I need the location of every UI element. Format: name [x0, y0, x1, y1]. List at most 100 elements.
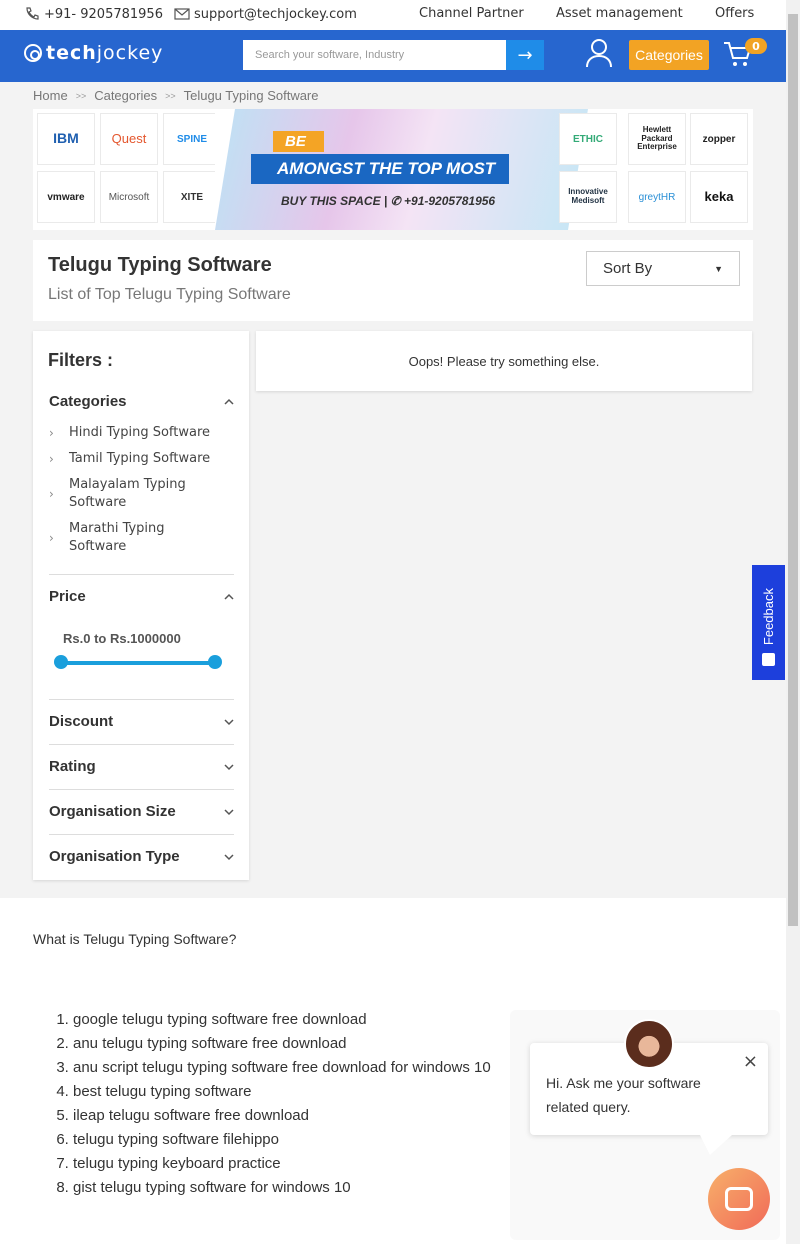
email-contact[interactable]: support@techjockey.com	[174, 6, 357, 22]
techjockey-logo[interactable]: techjockey	[24, 42, 163, 64]
categories-button[interactable]: Categories	[629, 40, 709, 70]
breadcrumb-current: Telugu Typing Software	[183, 88, 319, 103]
categories-filter-label: Categories	[49, 393, 127, 410]
category-link-tamil[interactable]: › Tamil Typing Software	[49, 450, 234, 468]
category-link-label: Hindi Typing Software	[69, 425, 211, 440]
chat-prompt-message: Hi. Ask me your software related query.	[546, 1075, 701, 1115]
keka-logo[interactable]: keka	[690, 171, 748, 223]
faq-question: What is Telugu Typing Software?	[33, 931, 237, 947]
offers-link[interactable]: Offers	[715, 6, 754, 21]
filter-divider	[49, 789, 234, 790]
arrow-right-icon: →	[517, 44, 533, 66]
chevron-down-icon	[224, 808, 234, 815]
filter-divider	[49, 834, 234, 835]
promo-phone: +91-9205781956	[404, 194, 496, 208]
chat-agent-avatar	[624, 1019, 674, 1069]
spine-logo[interactable]: SPINE	[163, 113, 221, 165]
top-info-bar: +91- 9205781956 support@techjockey.com C…	[0, 0, 786, 30]
vmware-logo[interactable]: vmware	[37, 171, 95, 223]
category-link-malayalam[interactable]: › Malayalam Typing Software	[49, 476, 234, 512]
category-link-hindi[interactable]: › Hindi Typing Software	[49, 424, 234, 442]
chevron-up-icon	[224, 398, 234, 405]
page-subtitle: List of Top Telugu Typing Software	[48, 286, 291, 303]
organisation-size-filter-label: Organisation Size	[49, 803, 176, 820]
categories-filter-toggle[interactable]: Categories	[49, 393, 234, 410]
organisation-size-filter-toggle[interactable]: Organisation Size	[49, 803, 234, 820]
scrollbar-thumb[interactable]	[788, 14, 798, 926]
promo-subline: BUY THIS SPACE | ✆ +91-9205781956	[281, 194, 495, 208]
price-filter-toggle[interactable]: Price	[49, 588, 234, 605]
promo-headline: AMONGST THE TOP MOST	[251, 154, 510, 184]
promo-be-label: BE	[273, 131, 324, 152]
channel-partner-link[interactable]: Channel Partner	[419, 6, 524, 21]
dropdown-arrow-icon: ▼	[714, 263, 723, 274]
medisoft-logo[interactable]: Innovative Medisoft	[559, 171, 617, 223]
category-link-label: Malayalam Typing Software	[69, 477, 186, 510]
mail-icon	[174, 8, 190, 20]
breadcrumb-separator: >>	[75, 91, 87, 101]
breadcrumb-separator: >>	[165, 91, 176, 101]
advertisement-banner: IBM Quest SPINE vmware Microsoft XITE BE…	[33, 109, 753, 230]
price-slider-max-handle[interactable]	[208, 655, 222, 669]
logo-text-light: jockey	[96, 42, 164, 64]
price-slider-track[interactable]	[61, 661, 215, 665]
cart-count-badge: 0	[745, 38, 767, 54]
filters-panel: Filters : Categories › Hindi Typing Soft…	[33, 331, 249, 880]
close-icon[interactable]: ×	[743, 1051, 758, 1072]
chat-bubble-tail	[700, 1135, 732, 1155]
category-header: Telugu Typing Software List of Top Telug…	[33, 240, 753, 321]
rating-filter-toggle[interactable]: Rating	[49, 758, 234, 775]
email-address: support@techjockey.com	[194, 6, 357, 22]
price-filter-label: Price	[49, 588, 86, 605]
advertise-promo[interactable]: BE AMONGST THE TOP MOST BUY THIS SPACE |…	[215, 109, 588, 230]
greythr-logo[interactable]: greytHR	[628, 171, 686, 223]
price-slider-min-handle[interactable]	[54, 655, 68, 669]
xite-logo[interactable]: XITE	[163, 171, 221, 223]
results-panel: Oops! Please try something else.	[256, 331, 752, 391]
sort-by-select[interactable]: Sort By ▼	[586, 251, 740, 286]
category-link-marathi[interactable]: › Marathi Typing Software	[49, 520, 234, 556]
chevron-right-icon: ›	[49, 487, 54, 501]
discount-filter-label: Discount	[49, 713, 114, 730]
list-item: telugu typing keyboard practice	[73, 1152, 491, 1176]
category-link-label: Marathi Typing Software	[69, 521, 165, 554]
ethic-logo[interactable]: ETHIC	[559, 113, 617, 165]
chevron-right-icon: ›	[49, 531, 54, 545]
chevron-down-icon	[224, 763, 234, 770]
promo-phone-icon: ✆	[390, 194, 405, 208]
chat-launcher-button[interactable]	[708, 1168, 770, 1230]
search-terms-list: google telugu typing software free downl…	[73, 1008, 491, 1200]
list-item: telugu typing software filehippo	[73, 1128, 491, 1152]
filter-divider	[49, 574, 234, 575]
asset-management-link[interactable]: Asset management	[556, 6, 683, 21]
list-item: ileap telugu software free download	[73, 1104, 491, 1128]
breadcrumb-home[interactable]: Home	[33, 88, 68, 103]
hpe-logo[interactable]: Hewlett Packard Enterprise	[628, 113, 686, 165]
zopper-logo[interactable]: zopper	[690, 113, 748, 165]
quest-logo[interactable]: Quest	[100, 113, 158, 165]
search-input[interactable]: Search your software, Industry	[243, 40, 506, 70]
search-button[interactable]: →	[506, 40, 544, 70]
feedback-icon	[762, 653, 775, 666]
list-item: google telugu typing software free downl…	[73, 1008, 491, 1032]
empty-results-message: Oops! Please try something else.	[408, 353, 600, 369]
chevron-down-icon	[224, 853, 234, 860]
list-item: anu script telugu typing software free d…	[73, 1056, 491, 1080]
organisation-type-filter-toggle[interactable]: Organisation Type	[49, 848, 234, 865]
chevron-right-icon: ›	[49, 426, 54, 440]
page-scrollbar[interactable]	[786, 0, 800, 1244]
ibm-logo[interactable]: IBM	[37, 113, 95, 165]
discount-filter-toggle[interactable]: Discount	[49, 713, 234, 730]
logo-icon	[24, 44, 42, 62]
user-account-icon[interactable]	[586, 38, 612, 68]
chevron-right-icon: ›	[49, 452, 54, 466]
breadcrumb-categories[interactable]: Categories	[94, 88, 157, 103]
chevron-down-icon	[224, 718, 234, 725]
phone-contact[interactable]: +91- 9205781956	[24, 6, 163, 22]
microsoft-logo[interactable]: Microsoft	[100, 171, 158, 223]
category-link-label: Tamil Typing Software	[69, 451, 211, 466]
breadcrumb: Home >> Categories >> Telugu Typing Soft…	[33, 88, 319, 103]
promo-buy-text: BUY THIS SPACE	[281, 194, 381, 208]
feedback-tab[interactable]: Feedback	[752, 565, 785, 680]
list-item: best telugu typing software	[73, 1080, 491, 1104]
